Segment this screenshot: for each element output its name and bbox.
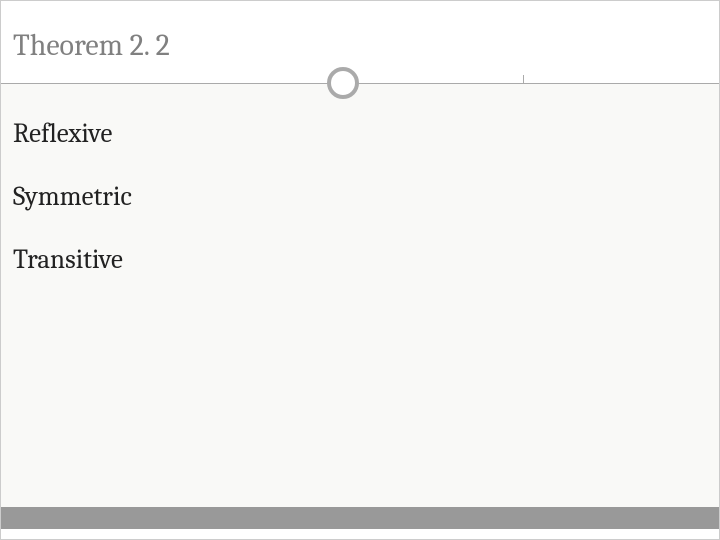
body-item: Symmetric [13, 181, 707, 212]
slide-body: Reflexive Symmetric Transitive [1, 84, 719, 507]
body-item: Reflexive [13, 118, 707, 149]
ring-icon [327, 67, 359, 99]
slide: Theorem 2. 2 Reflexive Symmetric Transit… [0, 0, 720, 540]
body-item: Transitive [13, 244, 707, 275]
slide-title: Theorem 2. 2 [13, 29, 707, 62]
footer-bar [1, 507, 719, 529]
slide-header: Theorem 2. 2 [1, 1, 719, 83]
